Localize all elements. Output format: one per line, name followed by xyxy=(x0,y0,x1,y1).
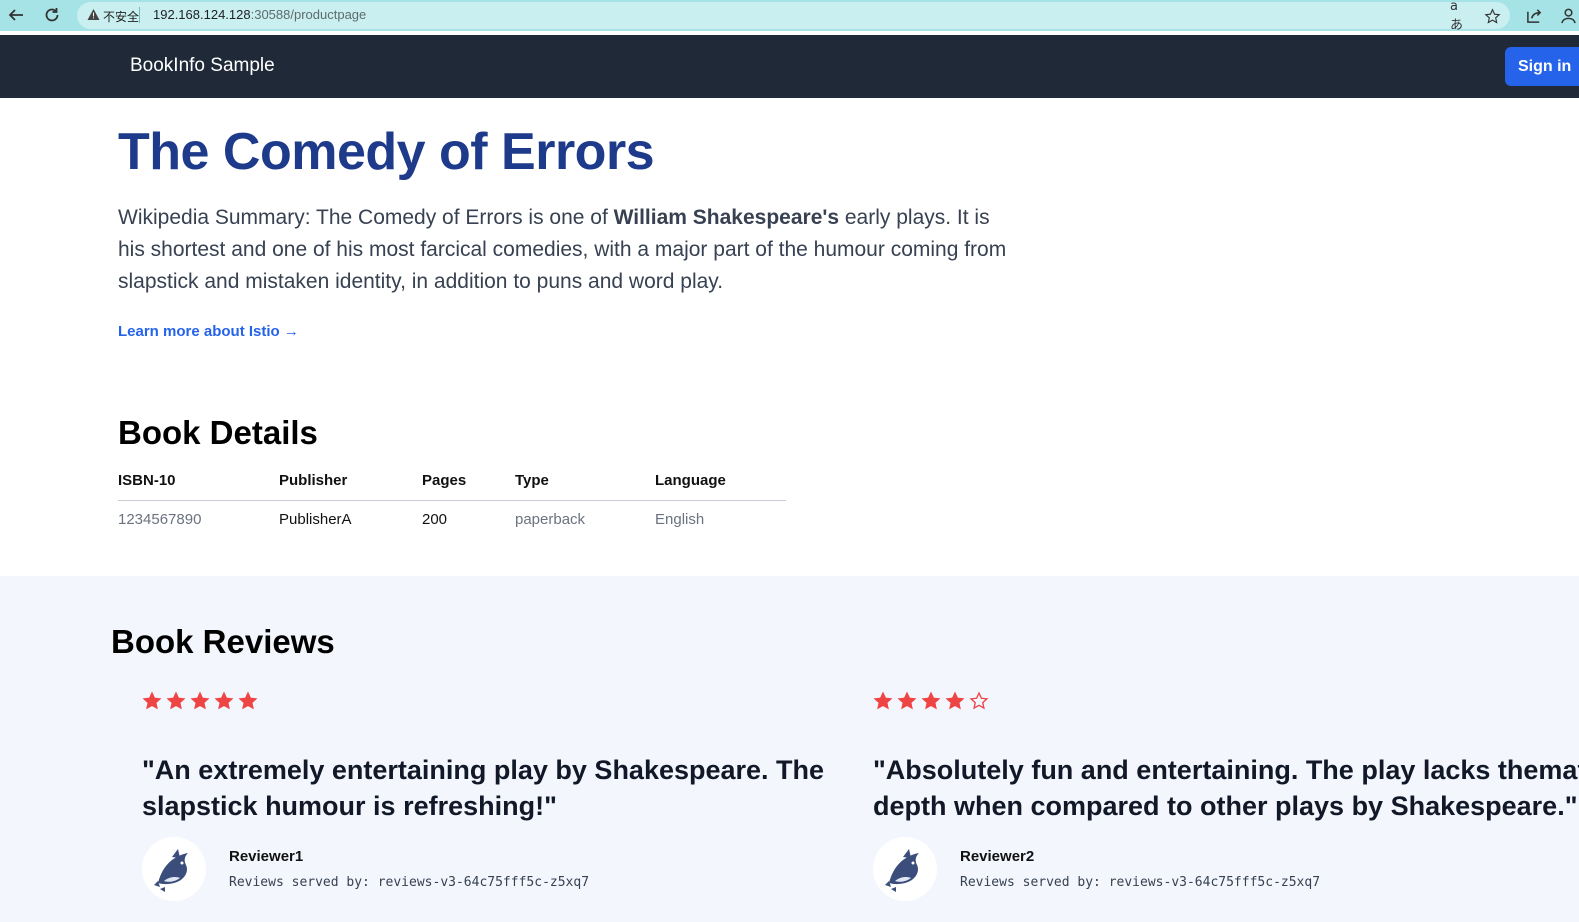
address-divider xyxy=(139,7,140,23)
insecure-label: 不安全 xyxy=(103,10,140,24)
warning-icon[interactable] xyxy=(87,8,100,26)
url-text[interactable]: 192.168.124.128:30588/productpage xyxy=(153,7,366,22)
review-text: "Absolutely fun and entertaining. The pl… xyxy=(873,752,1579,824)
address-bar[interactable]: 不安全 192.168.124.128:30588/productpage aあ xyxy=(77,0,1510,33)
summary-prefix: Wikipedia Summary: The Comedy of Errors … xyxy=(118,206,614,229)
type-cell: paperback xyxy=(515,510,586,528)
book-details-heading: Book Details xyxy=(118,414,318,451)
review-text-line: "An extremely entertaining play by Shake… xyxy=(142,755,825,785)
review-card: "Absolutely fun and entertaining. The pl… xyxy=(873,691,1579,901)
page-title: The Comedy of Errors xyxy=(118,123,655,181)
column-header: Type xyxy=(515,462,655,501)
publisher-cell: PublisherA xyxy=(279,510,352,528)
review-text-line: "Absolutely fun and entertaining. The pl… xyxy=(873,755,1579,785)
star-rating xyxy=(142,691,258,713)
review-card: "An extremely entertaining play by Shake… xyxy=(142,691,824,901)
star-filled-icon xyxy=(873,691,893,710)
star-filled-icon xyxy=(921,691,941,710)
book-reviews-heading: Book Reviews xyxy=(111,623,335,660)
column-header: Pages xyxy=(422,462,515,501)
app-header: BookInfo Sample xyxy=(0,35,1579,98)
table-row: 1234567890 PublisherA 200 paperback Engl… xyxy=(118,500,786,538)
column-header: Publisher xyxy=(279,462,422,501)
bookmark-star-icon[interactable] xyxy=(1482,6,1502,26)
table-header-row: ISBN-10 Publisher Pages Type Language xyxy=(118,462,786,501)
star-filled-icon xyxy=(214,691,234,710)
url-path: :30588/productpage xyxy=(250,7,367,22)
learn-more-link[interactable]: Learn more about Istio → xyxy=(118,323,299,340)
language-cell: English xyxy=(655,510,705,528)
review-text: "An extremely entertaining play by Shake… xyxy=(142,752,824,824)
isbn-cell: 1234567890 xyxy=(118,510,202,528)
sign-in-button[interactable]: Sign in xyxy=(1505,47,1579,86)
review-text-line: slapstick humour is refreshing!" xyxy=(142,791,557,821)
star-filled-icon xyxy=(190,691,210,710)
dolphin-avatar-icon xyxy=(873,837,937,901)
share-icon[interactable] xyxy=(1523,4,1545,26)
url-host: 192.168.124.128 xyxy=(153,7,251,22)
wikipedia-summary: Wikipedia Summary: The Comedy of Errors … xyxy=(118,202,1008,298)
star-filled-icon xyxy=(945,691,965,710)
column-header: Language xyxy=(655,462,786,501)
browser-toolbar: 不安全 192.168.124.128:30588/productpage aあ xyxy=(0,0,1579,33)
dolphin-avatar-icon xyxy=(142,837,206,901)
star-filled-icon xyxy=(238,691,258,710)
back-icon[interactable] xyxy=(4,3,28,27)
summary-author: William Shakespeare's xyxy=(613,206,840,229)
star-filled-icon xyxy=(166,691,186,710)
brand-title[interactable]: BookInfo Sample xyxy=(130,55,275,77)
review-text-line: depth when compared to other plays by Sh… xyxy=(873,791,1578,821)
translate-icon[interactable]: aあ xyxy=(1450,0,1470,33)
reviewer-name: Reviewer2 xyxy=(960,848,1035,865)
reviews-section: Book Reviews "An extremely entertaining … xyxy=(0,576,1579,922)
star-filled-icon xyxy=(897,691,917,710)
reviewer-name: Reviewer1 xyxy=(229,848,304,865)
reload-icon[interactable] xyxy=(40,3,64,27)
profile-icon[interactable] xyxy=(1557,4,1579,26)
column-header: ISBN-10 xyxy=(118,462,279,501)
star-filled-icon xyxy=(142,691,162,710)
star-rating xyxy=(873,691,989,713)
served-by-text: Reviews served by: reviews-v3-64c75fff5c… xyxy=(229,875,590,890)
star-empty-icon xyxy=(969,691,989,710)
book-details-table: ISBN-10 Publisher Pages Type Language 12… xyxy=(118,462,786,538)
pages-cell: 200 xyxy=(422,510,448,528)
served-by-text: Reviews served by: reviews-v3-64c75fff5c… xyxy=(960,875,1321,890)
